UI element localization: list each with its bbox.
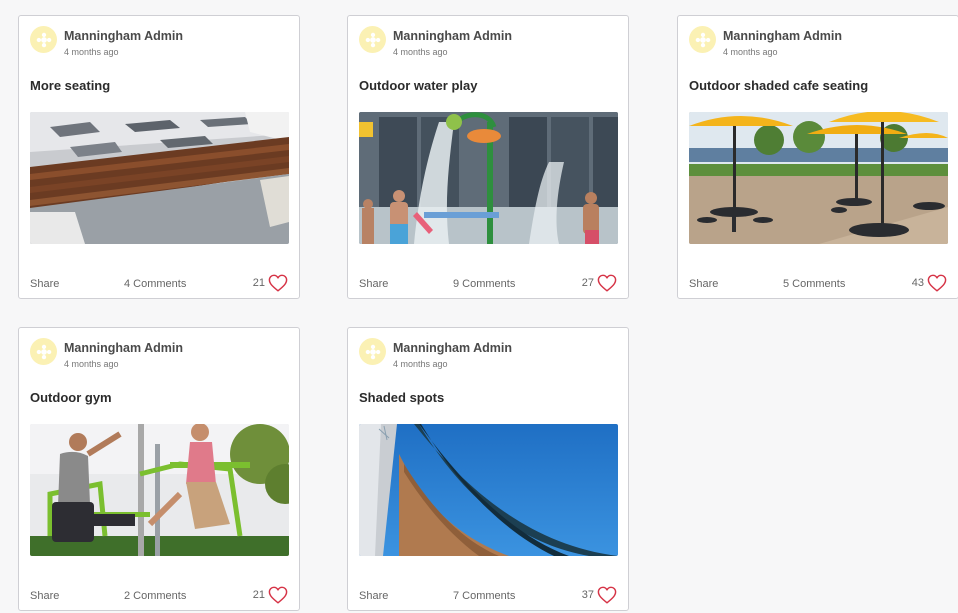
avatar	[359, 26, 386, 53]
post-author: Manningham Admin	[393, 29, 512, 43]
post-time: 4 months ago	[393, 47, 448, 57]
like-count: 43	[911, 277, 924, 289]
avatar-flower-icon	[35, 31, 53, 49]
comments-link[interactable]: 5 Comments	[783, 278, 845, 290]
comments-link[interactable]: 7 Comments	[453, 590, 515, 602]
likes: 43	[912, 274, 947, 292]
post-title[interactable]: Outdoor shaded cafe seating	[689, 78, 868, 93]
post-title[interactable]: Outdoor gym	[30, 390, 112, 405]
avatar	[359, 338, 386, 365]
post-author: Manningham Admin	[64, 341, 183, 355]
post-image[interactable]	[30, 424, 289, 556]
heart-icon[interactable]	[597, 274, 617, 292]
comments-link[interactable]: 9 Comments	[453, 278, 515, 290]
like-count: 37	[581, 589, 594, 601]
share-button[interactable]: Share	[359, 278, 388, 290]
share-button[interactable]: Share	[689, 278, 718, 290]
post-card: Manningham Admin 4 months ago Outdoor gy…	[18, 327, 300, 611]
post-time: 4 months ago	[393, 359, 448, 369]
post-time: 4 months ago	[723, 47, 778, 57]
avatar-flower-icon	[364, 31, 382, 49]
share-button[interactable]: Share	[359, 590, 388, 602]
likes: 21	[253, 274, 288, 292]
post-title[interactable]: More seating	[30, 78, 110, 93]
comments-link[interactable]: 2 Comments	[124, 590, 186, 602]
like-count: 21	[252, 589, 265, 601]
like-count: 21	[252, 277, 265, 289]
post-title[interactable]: Outdoor water play	[359, 78, 477, 93]
avatar-flower-icon	[364, 343, 382, 361]
likes: 37	[582, 586, 617, 604]
post-card: Manningham Admin 4 months ago Shaded spo…	[347, 327, 629, 611]
post-image[interactable]	[359, 112, 618, 244]
avatar	[30, 338, 57, 365]
heart-icon[interactable]	[268, 274, 288, 292]
post-image[interactable]	[30, 112, 289, 244]
post-time: 4 months ago	[64, 359, 119, 369]
post-author: Manningham Admin	[393, 341, 512, 355]
post-image[interactable]	[689, 112, 948, 244]
comments-link[interactable]: 4 Comments	[124, 278, 186, 290]
avatar-flower-icon	[694, 31, 712, 49]
post-grid: Manningham Admin 4 months ago More seati…	[0, 0, 958, 613]
post-image[interactable]	[359, 424, 618, 556]
avatar-flower-icon	[35, 343, 53, 361]
post-author: Manningham Admin	[723, 29, 842, 43]
post-author: Manningham Admin	[64, 29, 183, 43]
avatar	[30, 26, 57, 53]
like-count: 27	[581, 277, 594, 289]
share-button[interactable]: Share	[30, 278, 59, 290]
post-card: Manningham Admin 4 months ago Outdoor wa…	[347, 15, 629, 299]
heart-icon[interactable]	[597, 586, 617, 604]
avatar	[689, 26, 716, 53]
post-card: Manningham Admin 4 months ago More seati…	[18, 15, 300, 299]
share-button[interactable]: Share	[30, 590, 59, 602]
post-card: Manningham Admin 4 months ago Outdoor sh…	[677, 15, 958, 299]
post-title[interactable]: Shaded spots	[359, 390, 444, 405]
likes: 27	[582, 274, 617, 292]
post-time: 4 months ago	[64, 47, 119, 57]
heart-icon[interactable]	[268, 586, 288, 604]
likes: 21	[253, 586, 288, 604]
heart-icon[interactable]	[927, 274, 947, 292]
